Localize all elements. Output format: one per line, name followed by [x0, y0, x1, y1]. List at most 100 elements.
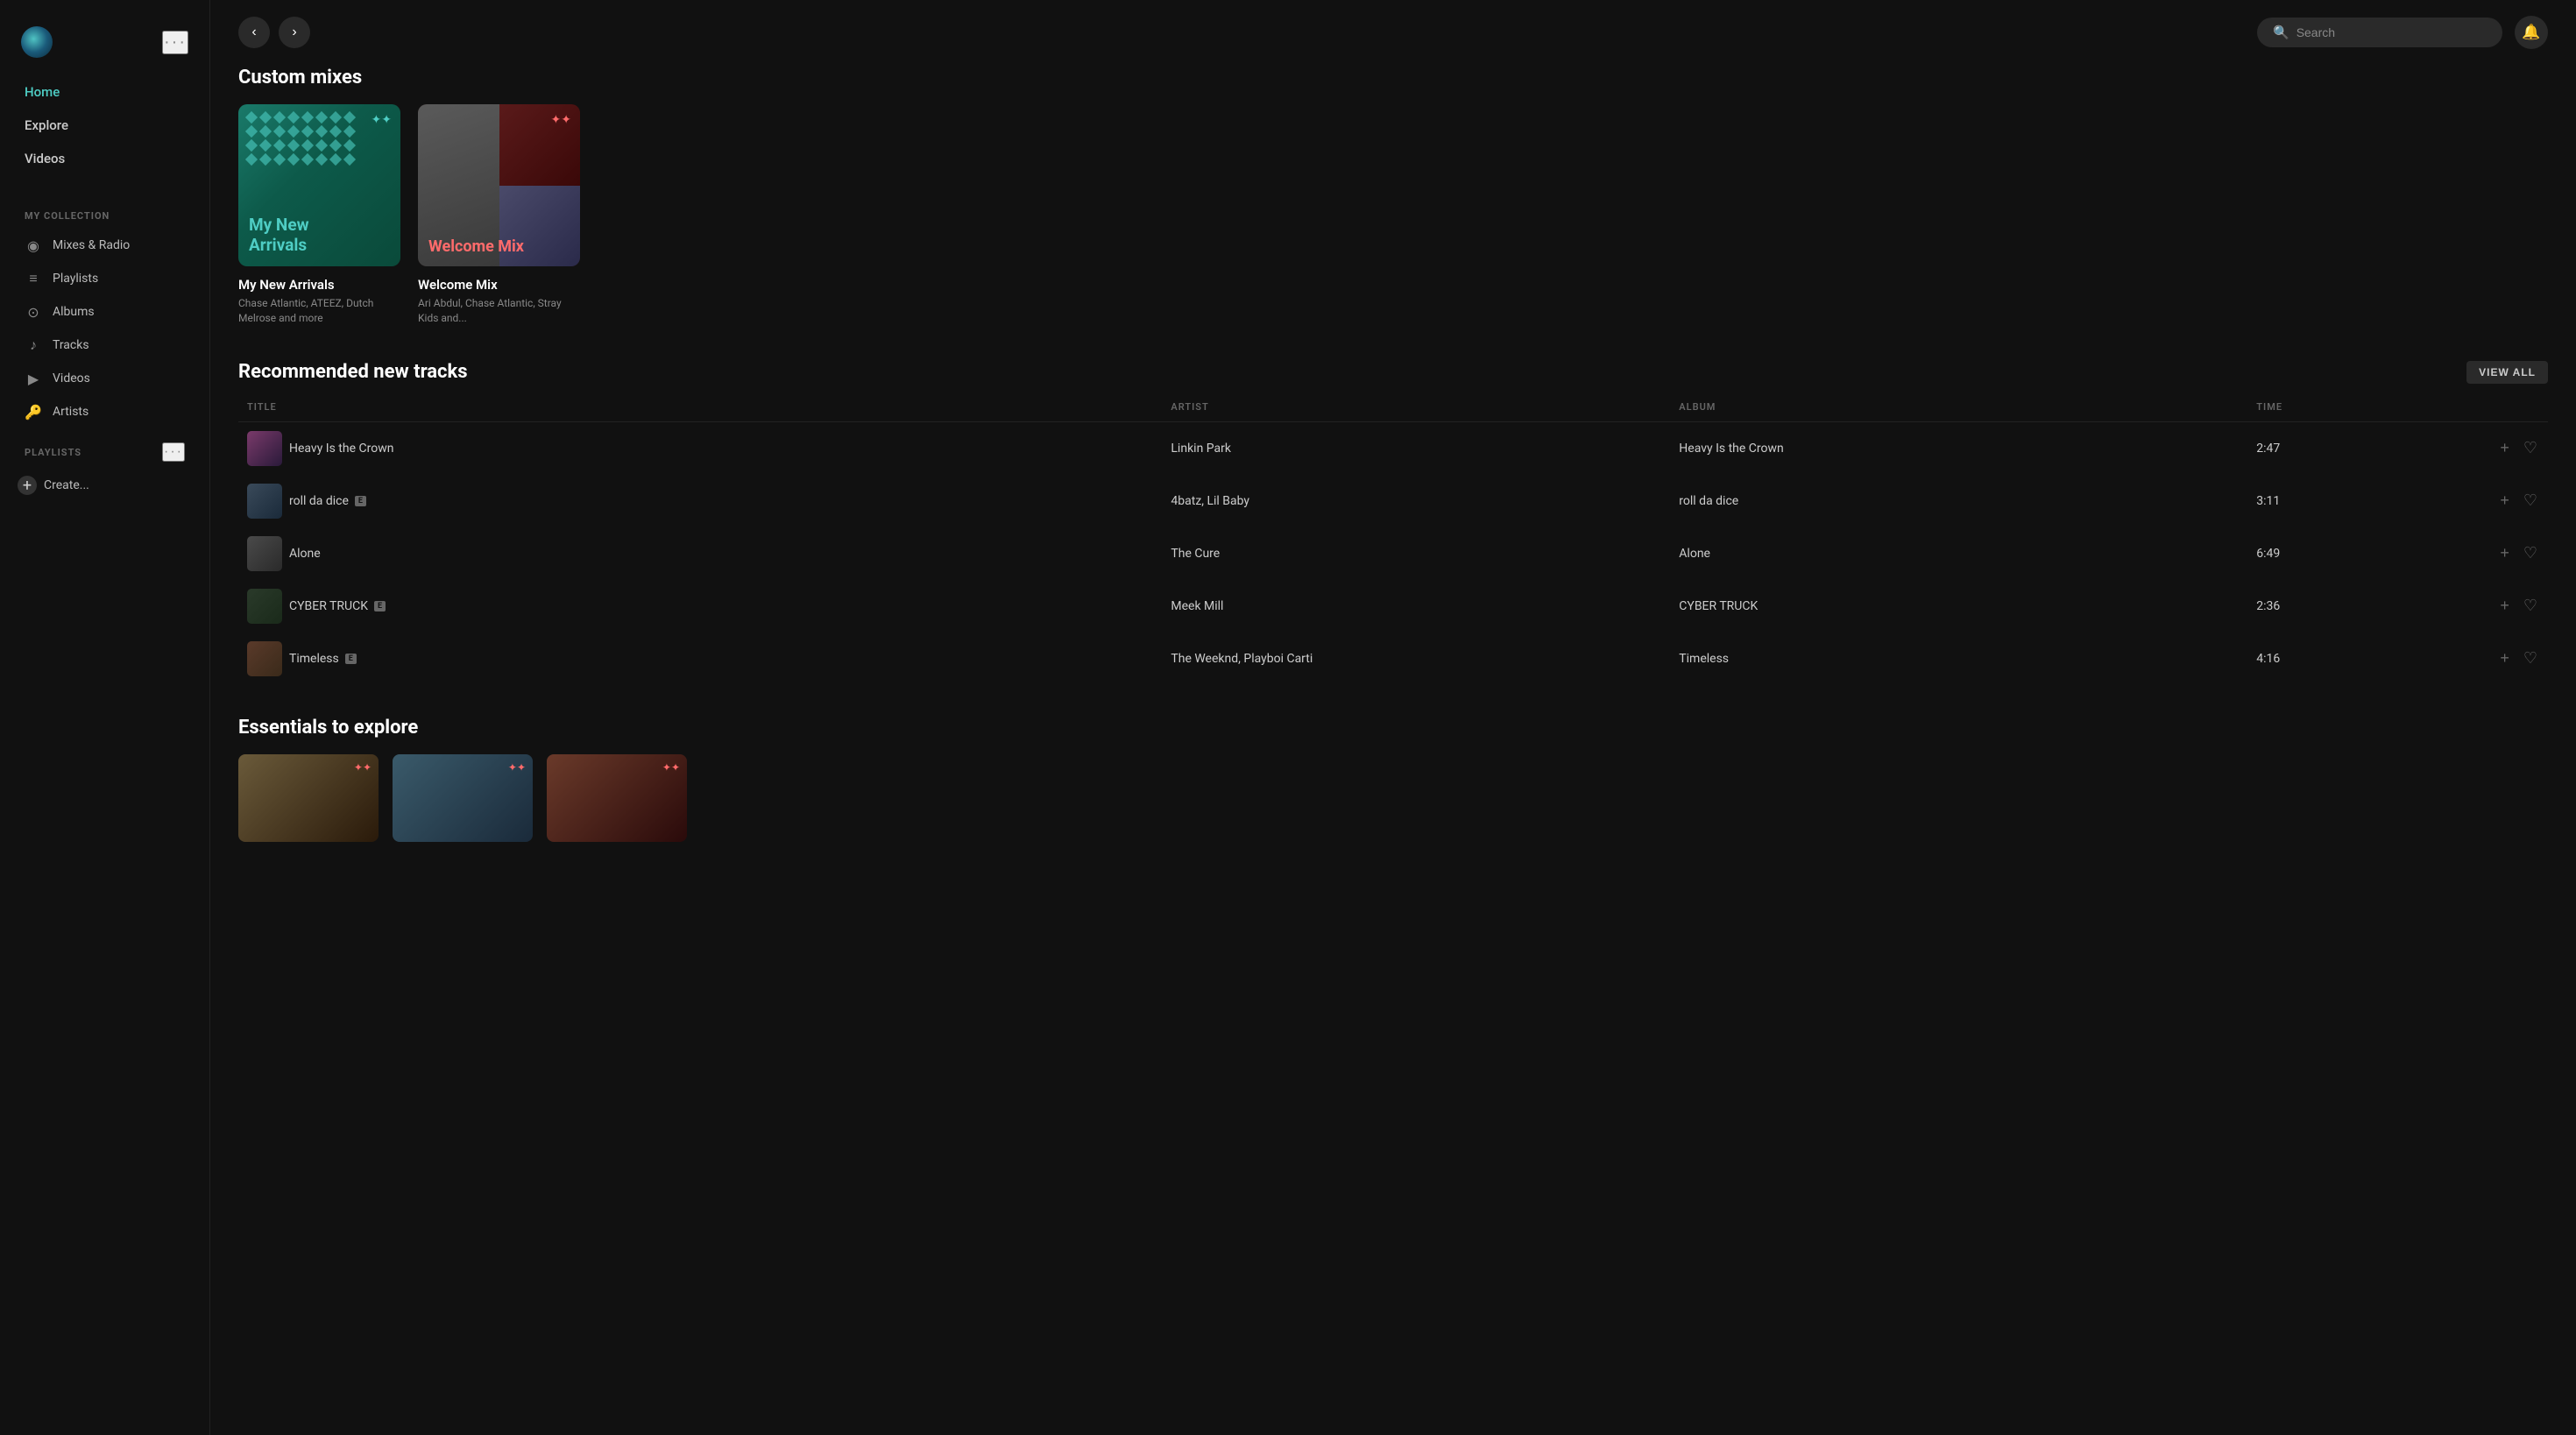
- tracks-icon: ♪: [25, 336, 42, 354]
- col-header-album: Album: [1670, 396, 2247, 422]
- tracks-table-body: Heavy Is the Crown Linkin Park Heavy Is …: [238, 421, 2548, 685]
- track-artist: 4batz, Lil Baby: [1162, 475, 1670, 527]
- diamond-cell: [245, 111, 258, 124]
- sidebar-item-videos[interactable]: ▶ Videos: [0, 362, 209, 395]
- sidebar-item-tracks[interactable]: ♪ Tracks: [0, 329, 209, 362]
- videos-icon: ▶: [25, 370, 42, 387]
- mix-label-my-new-arrivals: My NewArrivals: [249, 216, 309, 256]
- playlists-more-button[interactable]: ···: [162, 442, 185, 462]
- sidebar-more-button[interactable]: ···: [162, 31, 188, 54]
- mix-label-welcome-mix: Welcome Mix: [428, 237, 524, 256]
- diamond-cell: [287, 139, 300, 152]
- nav-arrows: ‹ ›: [238, 17, 310, 48]
- table-row[interactable]: Heavy Is the Crown Linkin Park Heavy Is …: [238, 421, 2548, 475]
- track-time: 4:16: [2247, 633, 2432, 685]
- forward-button[interactable]: ›: [279, 17, 310, 48]
- diamond-cell: [273, 139, 286, 152]
- track-thumbnail: [247, 641, 282, 676]
- search-bar[interactable]: 🔍: [2257, 18, 2502, 47]
- search-icon: 🔍: [2273, 25, 2289, 40]
- nav-item-home[interactable]: Home: [14, 75, 195, 109]
- diamond-cell: [329, 111, 342, 124]
- track-album: CYBER TRUCK: [1670, 580, 2247, 633]
- add-to-playlist-button[interactable]: +: [2498, 647, 2511, 669]
- create-playlist-label: Create...: [44, 478, 89, 492]
- explicit-badge: E: [374, 601, 386, 611]
- sidebar-item-albums-label: Albums: [53, 305, 95, 319]
- like-button[interactable]: ♡: [2522, 490, 2539, 512]
- diamond-cell: [301, 125, 314, 138]
- diamond-cell: [315, 111, 328, 124]
- diamond-cell: [343, 111, 356, 124]
- like-button[interactable]: ♡: [2522, 595, 2539, 617]
- mix-card-welcome-mix[interactable]: Welcome Mix ✦✦ Welcome Mix Ari Abdul, Ch…: [418, 104, 580, 326]
- track-title: roll da dice: [289, 494, 349, 508]
- track-album: Timeless: [1670, 633, 2247, 685]
- like-button[interactable]: ♡: [2522, 542, 2539, 564]
- track-artist: The Cure: [1162, 527, 1670, 580]
- track-artist: Meek Mill: [1162, 580, 1670, 633]
- diamond-cell: [301, 111, 314, 124]
- diamond-cell: [259, 153, 272, 166]
- recommended-tracks-header: Recommended new tracks VIEW ALL: [238, 361, 2548, 384]
- track-album: Heavy Is the Crown: [1670, 421, 2247, 475]
- table-row[interactable]: CYBER TRUCK E Meek Mill CYBER TRUCK 2:36…: [238, 580, 2548, 633]
- essential-dots-2: ✦✦: [508, 761, 526, 774]
- welcome-mix-dots-icon: ✦✦: [551, 113, 571, 127]
- mix-card-welcome-mix-title: Welcome Mix: [418, 277, 580, 293]
- radio-icon: ◉: [25, 237, 42, 254]
- essential-card-1[interactable]: ✦✦: [238, 754, 379, 842]
- table-row[interactable]: Alone The Cure Alone 6:49 + ♡: [238, 527, 2548, 580]
- sidebar: ··· Home Explore Videos My Collection ◉ …: [0, 0, 210, 1435]
- sidebar-logo-area: ···: [0, 18, 209, 75]
- tracks-table: Title Artist Album Time Heavy Is the Cro…: [238, 396, 2548, 685]
- add-to-playlist-button[interactable]: +: [2498, 437, 2511, 459]
- create-playlist-button[interactable]: + Create...: [0, 469, 209, 502]
- nav-item-explore[interactable]: Explore: [14, 109, 195, 142]
- tracks-table-header-row: Title Artist Album Time: [238, 396, 2548, 422]
- essential-card-3[interactable]: ✦✦: [547, 754, 687, 842]
- recommended-tracks-title: Recommended new tracks: [238, 361, 468, 383]
- mix-card-welcome-mix-sub: Ari Abdul, Chase Atlantic, Stray Kids an…: [418, 296, 580, 326]
- table-row[interactable]: Timeless E The Weeknd, Playboi Carti Tim…: [238, 633, 2548, 685]
- notifications-button[interactable]: 🔔: [2515, 16, 2548, 49]
- main-nav: Home Explore Videos: [0, 75, 209, 175]
- sidebar-item-mixes-radio[interactable]: ◉ Mixes & Radio: [0, 229, 209, 262]
- add-to-playlist-button[interactable]: +: [2498, 595, 2511, 617]
- mix-card-my-new-arrivals[interactable]: My NewArrivals ✦✦ My New Arrivals Chase …: [238, 104, 400, 326]
- sidebar-item-albums[interactable]: ⊙ Albums: [0, 295, 209, 329]
- col-header-artist: Artist: [1162, 396, 1670, 422]
- like-button[interactable]: ♡: [2522, 437, 2539, 459]
- topbar-right: 🔍 🔔: [2257, 16, 2548, 49]
- track-thumbnail: [247, 536, 282, 571]
- table-row[interactable]: roll da dice E 4batz, Lil Baby roll da d…: [238, 475, 2548, 527]
- back-button[interactable]: ‹: [238, 17, 270, 48]
- add-to-playlist-button[interactable]: +: [2498, 490, 2511, 512]
- track-thumbnail: [247, 484, 282, 519]
- custom-mixes-title: Custom mixes: [238, 67, 2548, 88]
- diamond-cell: [259, 139, 272, 152]
- diamond-cell: [343, 125, 356, 138]
- essential-card-2[interactable]: ✦✦: [393, 754, 533, 842]
- main-content: ‹ › 🔍 🔔 Custom mixes: [210, 0, 2576, 1435]
- nav-item-explore-label: Explore: [25, 117, 68, 133]
- plus-icon: +: [18, 476, 37, 495]
- mix-card-my-new-arrivals-title: My New Arrivals: [238, 277, 400, 293]
- mix-thumbnail-welcome-mix: Welcome Mix ✦✦: [418, 104, 580, 266]
- diamond-cell: [245, 153, 258, 166]
- sidebar-item-playlists[interactable]: ≡ Playlists: [0, 262, 209, 295]
- add-to-playlist-button[interactable]: +: [2498, 542, 2511, 564]
- diamond-cell: [329, 125, 342, 138]
- like-button[interactable]: ♡: [2522, 647, 2539, 669]
- nav-item-videos[interactable]: Videos: [14, 142, 195, 175]
- col-header-actions: [2432, 396, 2548, 422]
- view-all-button[interactable]: VIEW ALL: [2466, 361, 2548, 384]
- essential-thumb-3: ✦✦: [547, 754, 687, 842]
- nav-item-home-label: Home: [25, 84, 60, 100]
- track-title: Alone: [289, 547, 321, 561]
- search-input[interactable]: [2296, 25, 2487, 39]
- essential-thumb-2: ✦✦: [393, 754, 533, 842]
- sidebar-item-artists[interactable]: 🔑 Artists: [0, 395, 209, 428]
- topbar: ‹ › 🔍 🔔: [210, 0, 2576, 58]
- essentials-row: ✦✦ ✦✦ ✦✦: [238, 754, 2548, 842]
